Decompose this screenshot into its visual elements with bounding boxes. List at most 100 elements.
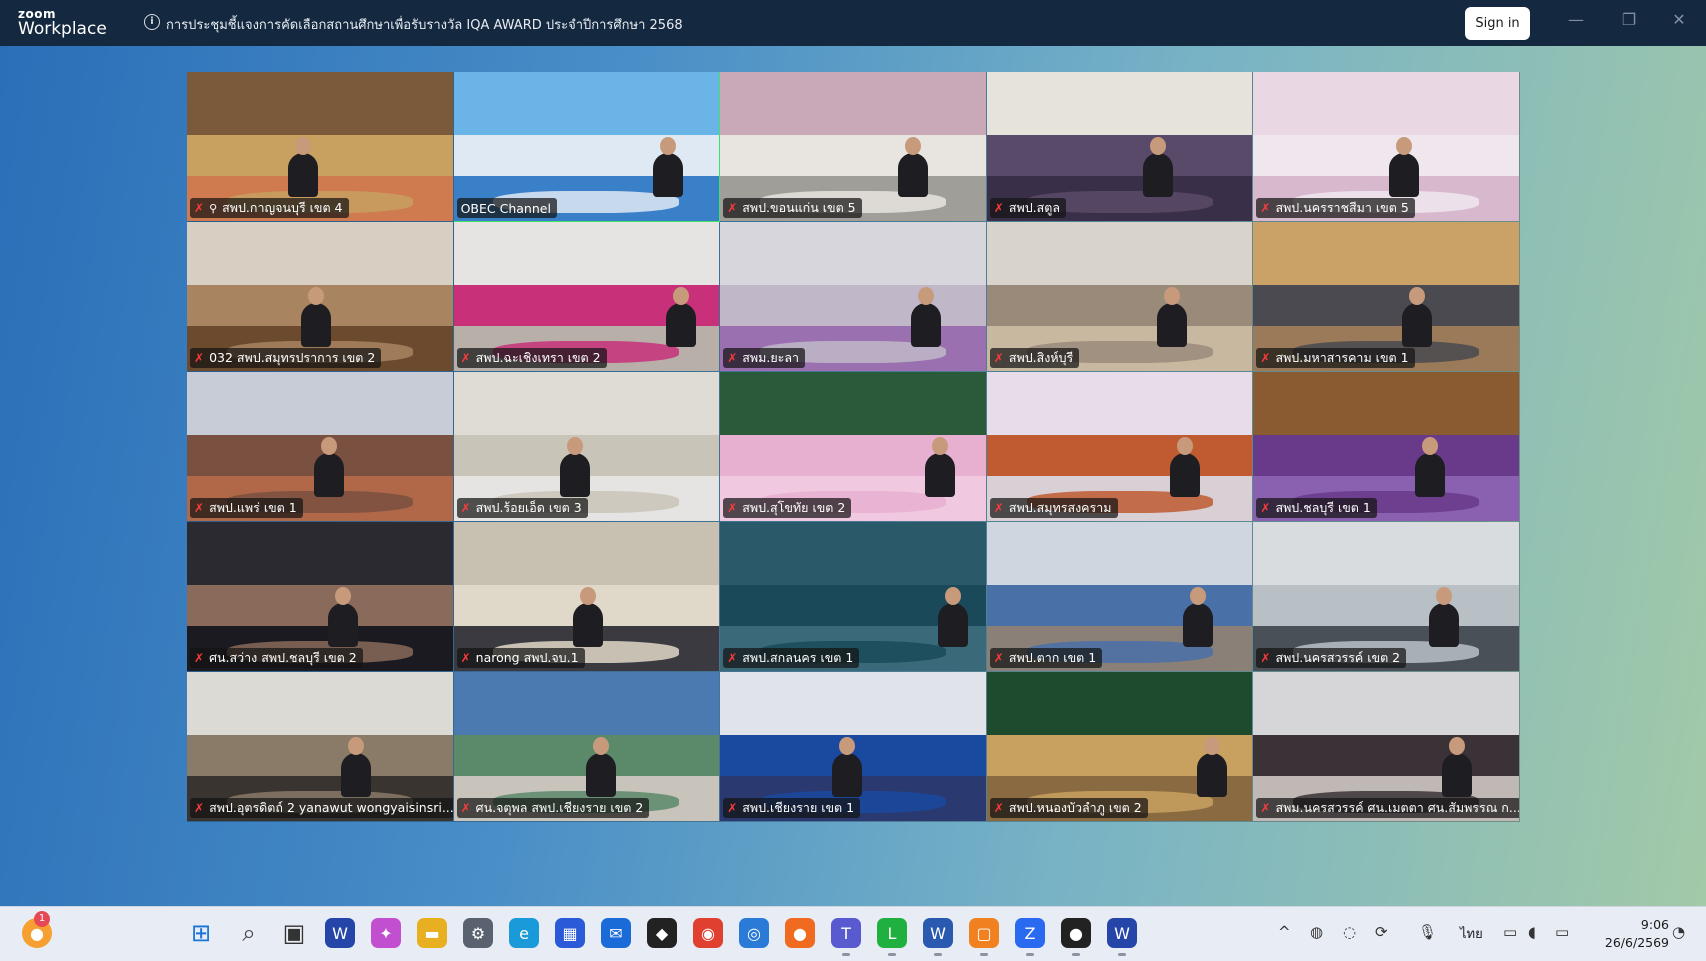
display-icon[interactable]: ▭	[1503, 923, 1517, 941]
app-w-icon[interactable]: W	[325, 918, 355, 948]
participant-tile[interactable]: ✗ 032 สพป.สมุทรปราการ เขต 2	[187, 222, 454, 372]
participant-tile[interactable]: ✗ สพป.สมุทรสงคราม	[986, 372, 1254, 522]
participant-name: สพม.ยะลา	[742, 350, 800, 365]
participant-tile[interactable]: ✗ สพป.สกลนคร เขต 1	[720, 522, 987, 672]
minimize-icon[interactable]: —	[1561, 10, 1591, 29]
photos-icon[interactable]: ▢	[969, 918, 999, 956]
participant-tile[interactable]: ✗ สพป.สุโขทัย เขต 2	[720, 372, 987, 522]
shield-icon[interactable]: ◍	[1310, 923, 1323, 941]
participant-nameplate: ✗ สพป.ร้อยเอ็ด เขต 3	[456, 498, 588, 518]
file-explorer-icon[interactable]: ▬	[417, 918, 447, 948]
app-w2-icon[interactable]: W	[1107, 918, 1137, 956]
media-icon[interactable]: ●	[1061, 918, 1091, 956]
mic-muted-icon: ✗	[727, 201, 738, 215]
mic-muted-icon: ✗	[460, 501, 471, 515]
edge-icon[interactable]: e	[509, 918, 539, 948]
participant-tile[interactable]: ✗ สพป.นครสวรรค์ เขต 2	[1253, 522, 1520, 672]
outlook-icon[interactable]: ✉	[601, 918, 631, 948]
logo-line-workplace: Workplace	[18, 19, 107, 39]
participant-nameplate: ✗ สพป.ขอนแก่น เขต 5	[723, 198, 862, 218]
participant-nameplate: ✗ สพป.ฉะเชิงเทรา เขต 2	[456, 348, 607, 368]
system-clock[interactable]: 9:06 26/6/2569	[1597, 916, 1669, 952]
participant-tile[interactable]: ✗ ⚲ สพป.กาญจนบุรี เขต 4	[187, 72, 454, 222]
language-indicator[interactable]: ไทย	[1460, 923, 1483, 944]
participant-nameplate: ✗ 032 สพป.สมุทรปราการ เขต 2	[190, 348, 382, 368]
mic-muted-icon: ✗	[1260, 501, 1271, 515]
participant-nameplate: ✗ สพป.มหาสารคาม เขต 1	[1256, 348, 1415, 368]
participant-nameplate: ✗ สพม.นครสวรรค์ ศน.เมตตา ศน.สัมพรรณ ก...	[1256, 798, 1519, 818]
mic-muted-icon: ✗	[993, 801, 1004, 815]
task-view-icon[interactable]: ▣	[279, 918, 309, 948]
participant-name: สพป.ร้อยเอ็ด เขต 3	[475, 500, 582, 515]
zoom-logo: zoom Workplace	[18, 8, 107, 38]
teams-icon[interactable]: T	[831, 918, 861, 956]
participant-nameplate: ✗ สพป.นครสวรรค์ เขต 2	[1256, 648, 1407, 668]
participant-nameplate: ✗ ⚲ สพป.กาญจนบุรี เขต 4	[190, 198, 349, 218]
mic-muted-icon: ✗	[1260, 201, 1271, 215]
participant-tile[interactable]: ✗ สพป.ฉะเชิงเทรา เขต 2	[453, 222, 721, 372]
participant-tile[interactable]: OBEC Channel	[453, 72, 721, 222]
bell-icon[interactable]: ◌	[1343, 923, 1356, 941]
participant-tile[interactable]: ✗ สพป.สิงห์บุรี	[986, 222, 1254, 372]
participant-nameplate: ✗ สพป.แพร่ เขต 1	[190, 498, 303, 518]
microphone-icon[interactable]: 🎙	[1418, 923, 1437, 941]
participant-tile[interactable]: ✗ สพป.แพร่ เขต 1	[187, 372, 454, 522]
chevron-up-icon[interactable]: ^	[1278, 923, 1291, 941]
participant-tile[interactable]: ✗ สพป.หนองบัวลำภู เขต 2	[986, 672, 1254, 822]
meeting-title: การประชุมชี้แจงการคัดเลือกสถานศึกษาเพื่อ…	[166, 18, 683, 33]
participant-tile[interactable]: ✗ ศน.จตุพล สพป.เชียงราย เขต 2	[453, 672, 721, 822]
mic-muted-icon: ✗	[460, 351, 471, 365]
store-icon[interactable]: ▦	[555, 918, 585, 948]
participant-name: สพป.นครสวรรค์ เขต 2	[1275, 650, 1401, 665]
word-icon[interactable]: W	[923, 918, 953, 956]
notification-bell-icon[interactable]: ◔	[1672, 923, 1685, 941]
line-icon[interactable]: L	[877, 918, 907, 956]
mic-muted-icon: ✗	[460, 651, 471, 665]
participant-tile[interactable]: ✗ สพป.เชียงราย เขต 1	[720, 672, 987, 822]
zoom-icon[interactable]: Z	[1015, 918, 1045, 956]
participant-tile[interactable]: ✗ ศน.สว่าง สพป.ชลบุรี เขต 2	[187, 522, 454, 672]
mic-muted-icon: ✗	[194, 801, 205, 815]
chrome-icon[interactable]: ◉	[693, 918, 723, 948]
start-icon[interactable]: ⊞	[186, 918, 216, 948]
participant-tile[interactable]: ✗ สพป.ร้อยเอ็ด เขต 3	[453, 372, 721, 522]
search-icon[interactable]: ⌕	[234, 918, 264, 948]
title-bar: zoom Workplace i การประชุมชี้แจงการคัดเล…	[0, 0, 1706, 46]
participant-tile[interactable]: ✗ สพป.สตูล	[986, 72, 1254, 222]
dropbox-icon[interactable]: ◆	[647, 918, 677, 948]
volume-icon[interactable]: ◖	[1528, 923, 1536, 941]
participant-tile[interactable]: ✗ สพป.นครราชสีมา เขต 5	[1253, 72, 1520, 222]
copilot-icon[interactable]: ✦	[371, 918, 401, 948]
mic-muted-icon: ✗	[194, 501, 205, 515]
participant-tile[interactable]: ✗ สพป.มหาสารคาม เขต 1	[1253, 222, 1520, 372]
participant-tile[interactable]: ✗ สพป.อุตรดิตถ์ 2 yanawut wongyaisinsri..…	[187, 672, 454, 822]
camera-icon[interactable]: ◎	[739, 918, 769, 948]
participant-name: สพป.ฉะเชิงเทรา เขต 2	[475, 350, 601, 365]
participant-nameplate: ✗ narong สพป.จบ.1	[456, 648, 585, 668]
mic-muted-icon: ✗	[194, 201, 205, 215]
battery-icon[interactable]: ▭	[1555, 923, 1569, 941]
participant-nameplate: ✗ สพป.ตาก เขต 1	[989, 648, 1103, 668]
firefox-icon[interactable]: ●	[785, 918, 815, 948]
participant-name: สพป.สตูล	[1008, 200, 1061, 215]
participant-nameplate: ✗ สพป.นครราชสีมา เขต 5	[1256, 198, 1415, 218]
participant-tile[interactable]: ✗ สพป.ขอนแก่น เขต 5	[720, 72, 987, 222]
restore-icon[interactable]: ❐	[1614, 10, 1644, 29]
mic-muted-icon: ✗	[727, 651, 738, 665]
participant-tile[interactable]: ✗ สพม.นครสวรรค์ ศน.เมตตา ศน.สัมพรรณ ก...	[1253, 672, 1520, 822]
info-icon[interactable]: i	[144, 14, 160, 30]
participant-tile[interactable]: ✗ narong สพป.จบ.1	[453, 522, 721, 672]
settings-icon[interactable]: ⚙	[463, 918, 493, 948]
participant-name: สพป.นครราชสีมา เขต 5	[1275, 200, 1409, 215]
participant-nameplate: ✗ สพป.สมุทรสงคราม	[989, 498, 1118, 518]
participant-tile[interactable]: ✗ สพป.ตาก เขต 1	[986, 522, 1254, 672]
close-icon[interactable]: ✕	[1664, 10, 1694, 29]
participant-name: 032 สพป.สมุทรปราการ เขต 2	[209, 350, 376, 365]
clock-date: 26/6/2569	[1604, 935, 1669, 950]
participant-tile[interactable]: ✗ สพป.ชลบุรี เขต 1	[1253, 372, 1520, 522]
participant-tile[interactable]: ✗ สพม.ยะลา	[720, 222, 987, 372]
sign-in-button[interactable]: Sign in	[1465, 7, 1530, 40]
participant-name: สพป.ชลบุรี เขต 1	[1275, 500, 1371, 515]
participant-nameplate: ✗ สพป.สตูล	[989, 198, 1067, 218]
sync-icon[interactable]: ⟳	[1375, 923, 1388, 941]
